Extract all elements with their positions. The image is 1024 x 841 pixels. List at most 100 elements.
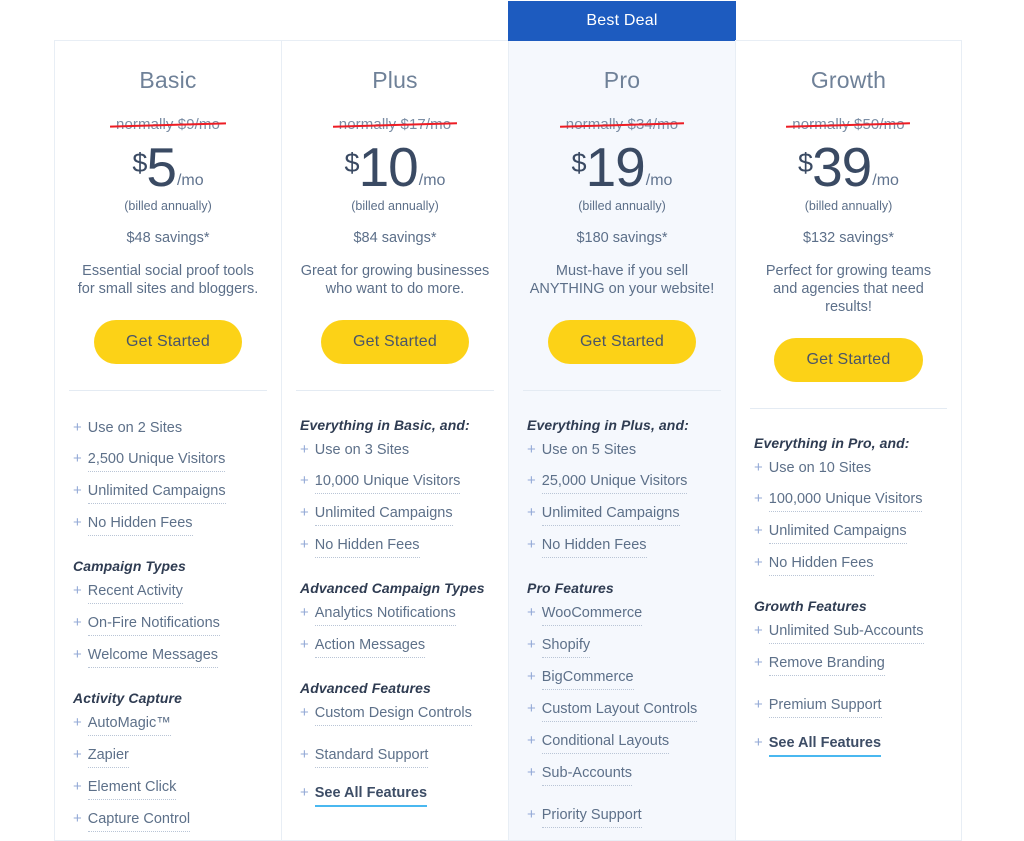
feature-item[interactable]: + Premium Support [754,694,945,718]
plus-icon: + [300,746,309,763]
feature-item[interactable]: + Unlimited Campaigns [527,502,719,526]
feature-item[interactable]: +2,500 Unique Visitors [73,448,265,472]
feature-item[interactable]: +10,000 Unique Visitors [300,470,492,494]
feature-item[interactable]: + Unlimited Campaigns [754,520,945,544]
feature-label: 25,000 Unique Visitors [541,470,688,494]
feature-item[interactable]: +25,000 Unique Visitors [527,470,719,494]
feature-item[interactable]: + Analytics Notifications [300,602,492,626]
see-all-features-link[interactable]: + See All Features [300,782,492,807]
plan-title: Plus [372,67,418,93]
feature-item[interactable]: + AutoMagic™ [73,712,265,736]
feature-item[interactable]: + Zapier [73,744,265,768]
plus-icon: + [73,714,82,731]
feature-item[interactable]: + Priority Support [527,804,719,828]
savings-note: $84 savings* [353,230,437,246]
price: $10/mo [298,140,492,195]
plus-icon: + [754,622,763,639]
plus-icon: + [300,504,309,521]
get-started-button[interactable]: Get Started [774,338,923,382]
feature-list: Everything in Plus, and: + Use on 5 Sites +… [509,391,735,828]
plus-icon: + [754,522,763,539]
plan-description: Perfect for growing teams and agencies t… [765,263,932,315]
get-started-button[interactable]: Get Started [320,320,470,364]
feature-item[interactable]: + Custom Design Controls [300,702,492,726]
get-started-button[interactable]: Get Started [547,320,697,364]
feature-label: Unlimited Campaigns [768,520,907,544]
plan-card-growth: Growth normally $50/mo $39/mo (billed annua… [735,40,962,841]
plus-icon: + [300,441,309,458]
feature-item[interactable]: + BigCommerce [527,666,719,690]
feature-item[interactable]: + Welcome Messages [73,644,265,668]
feature-item[interactable]: + Unlimited Campaigns [73,480,265,504]
original-price: normally $34/mo [565,116,679,133]
feature-item[interactable]: + Conditional Layouts [527,730,719,754]
currency-symbol: $ [571,148,587,178]
billing-note: (billed annually) [578,199,666,213]
feature-group-title: Activity Capture [73,690,182,706]
price-amount: 19 [585,136,646,198]
plus-icon: + [754,696,763,713]
feature-item[interactable]: + No Hidden Fees [73,512,265,536]
feature-item[interactable]: + Use on 10 Sites [754,457,945,480]
feature-item[interactable]: + WooCommerce [527,602,719,626]
cta-wrap: Get Started [752,338,945,382]
feature-label: Priority Support [541,804,642,828]
cta-wrap: Get Started [298,320,492,364]
get-started-button[interactable]: Get Started [93,320,243,364]
feature-group-title: Growth Features [754,598,867,614]
price: $19/mo [525,136,719,198]
feature-item[interactable]: + Sub-Accounts [527,762,719,786]
see-all-features-link[interactable]: + See All Features [754,732,945,757]
feature-item[interactable]: + Action Messages [300,634,492,658]
plan-card-basic: Basic normally $9/mo $5/mo (billed annually… [54,40,281,841]
feature-item[interactable]: + Unlimited Sub-Accounts [754,620,945,644]
feature-item[interactable]: + Remove Branding [754,652,945,676]
feature-item[interactable]: + Shopify [527,634,719,658]
feature-label: Unlimited Campaigns [87,480,226,504]
plus-icon: + [754,734,763,751]
feature-item[interactable]: +100,000 Unique Visitors [754,488,945,512]
feature-item[interactable]: + Use on 5 Sites [527,439,719,462]
feature-label: Element Click [87,776,177,800]
feature-item[interactable]: + Unlimited Campaigns [300,502,492,526]
plus-icon: + [300,472,309,489]
feature-item[interactable]: + Recent Activity [73,580,265,604]
plan-title: Basic [139,67,197,93]
feature-label: Use on 5 Sites [541,442,637,458]
plus-icon: + [73,514,82,531]
original-price: normally $17/mo [338,116,452,133]
savings-note: $132 savings* [802,230,895,246]
feature-item[interactable]: + No Hidden Fees [527,534,719,558]
feature-item[interactable]: + Use on 3 Sites [300,439,492,462]
feature-group-title: Everything in Plus, and: [527,417,689,433]
price: $39/mo [752,140,945,195]
feature-label: Conditional Layouts [541,730,670,754]
feature-item[interactable]: + Element Click [73,776,265,800]
feature-group-title: Pro Features [527,580,614,596]
feature-item[interactable]: + Use on 2 Sites [73,417,265,440]
plus-icon: + [73,450,82,467]
plus-icon: + [527,472,536,489]
feature-label: Shopify [541,634,591,658]
billing-note: (billed annually) [804,199,893,213]
feature-item[interactable]: + On-Fire Notifications [73,612,265,636]
feature-label: Use on 2 Sites [87,420,183,436]
plus-icon: + [300,704,309,721]
plan-card-pro: Best Deal Pro normally $34/mo $19/mo (billed… [508,1,736,841]
feature-label: Remove Branding [768,652,885,676]
feature-item[interactable]: + Custom Layout Controls [527,698,719,722]
plan-card-plus: Plus normally $17/mo $10/mo (billed annuall… [281,40,508,841]
billing-note: (billed annually) [124,199,212,213]
plus-icon: + [754,459,763,476]
feature-item[interactable]: + No Hidden Fees [300,534,492,558]
feature-label: Action Messages [314,634,426,658]
feature-label: See All Features [314,782,428,807]
feature-label: Use on 10 Sites [768,460,872,476]
feature-item[interactable]: + Standard Support [300,744,492,768]
feature-item[interactable]: + Capture Control [73,808,265,832]
feature-label: Unlimited Sub-Accounts [768,620,924,644]
feature-item[interactable]: + No Hidden Fees [754,552,945,576]
pricing-table: Basic normally $9/mo $5/mo (billed annually… [0,0,1024,841]
feature-group-title: Campaign Types [73,558,186,574]
plus-icon: + [527,636,536,653]
